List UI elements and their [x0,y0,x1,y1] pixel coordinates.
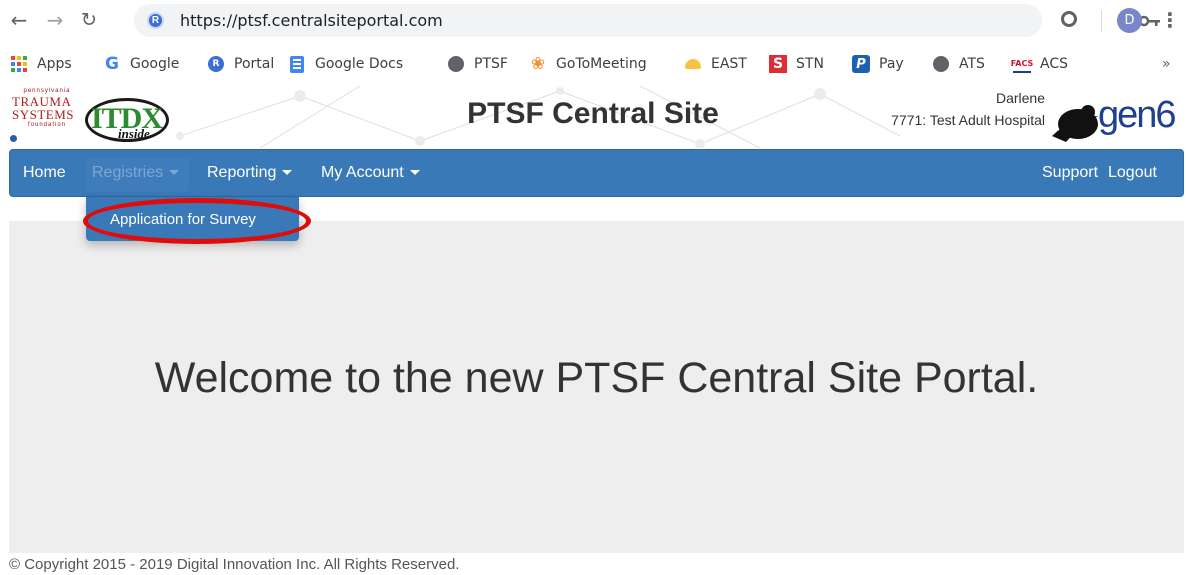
address-bar[interactable]: R https://ptsf.centralsiteportal.com [134,4,1160,37]
nav-label: Registries [92,164,164,181]
nav-label: Home [23,164,66,181]
password-key-icon[interactable] [1139,14,1161,28]
east-icon [684,55,702,73]
portal-icon: R [207,55,225,73]
copyright-footer: © Copyright 2015 - 2019 Digital Innovati… [9,556,460,573]
logo-footer-mark [10,135,84,142]
gen6-swoosh-icon [1052,105,1098,142]
welcome-heading: Welcome to the new PTSF Central Site Por… [154,354,1039,402]
site-header: pennsylvania TRAUMA SYSTEMS foundation I… [0,86,1186,148]
bookmark-label: ATS [959,56,985,72]
caret-down-icon [169,170,180,176]
reload-icon[interactable]: ↻ [74,5,104,35]
toolbar-divider [1101,10,1102,32]
globe-icon [932,55,950,73]
bookmark-ptsf[interactable]: PTSF [447,53,508,75]
caret-down-icon [282,170,293,176]
bookmark-label: STN [796,56,824,72]
back-arrow-icon[interactable]: ← [4,5,34,35]
nav-support[interactable]: Support [1042,164,1098,182]
registries-dropdown-menu: Application for Survey [86,197,299,241]
bookmark-portal[interactable]: R Portal [207,53,274,75]
google-docs-icon [288,55,306,73]
menu-item-application-for-survey[interactable]: Application for Survey [110,211,256,228]
bookmark-google[interactable]: G Google [103,53,179,75]
bookmark-acs[interactable]: FACS ACS [1011,53,1068,75]
logo-text: gen6 [1098,94,1177,136]
facs-icon: FACS [1011,55,1033,73]
caret-down-icon [409,170,420,176]
google-icon: G [105,54,119,74]
bookmark-label: GoToMeeting [556,56,647,72]
bookmark-label: ACS [1040,56,1068,72]
gotomeeting-icon: ❀ [530,54,546,74]
bookmark-google-docs[interactable]: Google Docs [288,53,403,75]
current-hospital: 7771: Test Adult Hospital [891,112,1045,128]
bookmark-label: PTSF [474,56,508,72]
bookmark-label: Portal [234,56,275,72]
bookmark-pay[interactable]: P Pay [852,53,904,75]
current-user-name: Darlene [995,90,1045,106]
bookmark-apps[interactable]: Apps [10,53,72,75]
bookmarks-bar: Apps G Google R Portal Google Docs PTSF … [0,42,1186,86]
nav-my-account[interactable]: My Account [321,164,420,182]
gen6-logo: gen6 [1050,90,1180,146]
nav-label: Logout [1108,164,1157,181]
bookmark-label: Google [130,56,180,72]
nav-registries[interactable]: Registries [92,164,180,182]
nav-label: My Account [321,164,404,181]
paypal-icon: P [852,55,870,73]
nav-label: Support [1042,164,1099,181]
extension-icon[interactable] [1061,11,1077,27]
nav-logout[interactable]: Logout [1108,164,1157,182]
stn-icon: S [769,55,787,73]
main-content: Welcome to the new PTSF Central Site Por… [9,221,1184,553]
bookmark-label: EAST [711,56,747,72]
apps-grid-icon [10,55,28,73]
bookmark-label: Pay [879,56,904,72]
browser-toolbar: ← → ↻ R https://ptsf.centralsiteportal.c… [0,0,1186,42]
nav-label: Reporting [207,164,277,181]
bookmark-label: Google Docs [315,56,404,72]
nav-home[interactable]: Home [23,164,66,182]
bookmark-ats[interactable]: ATS [932,53,985,75]
globe-icon [447,55,465,73]
bookmarks-overflow-button[interactable]: » [1162,56,1171,72]
bookmark-east[interactable]: EAST [684,53,747,75]
bookmark-label: Apps [37,56,72,72]
profile-avatar[interactable]: D [1117,8,1142,33]
kebab-menu-icon[interactable]: ⋮ [1160,8,1180,32]
main-navbar: Home Registries Reporting My Account Sup… [9,149,1184,197]
bookmark-gotomeeting[interactable]: ❀ GoToMeeting [529,53,647,75]
bookmark-stn[interactable]: S STN [769,53,824,75]
site-favicon-icon: R [147,12,164,29]
nav-reporting[interactable]: Reporting [207,164,293,182]
url-text[interactable]: https://ptsf.centralsiteportal.com [180,11,443,30]
forward-arrow-icon[interactable]: → [40,5,70,35]
